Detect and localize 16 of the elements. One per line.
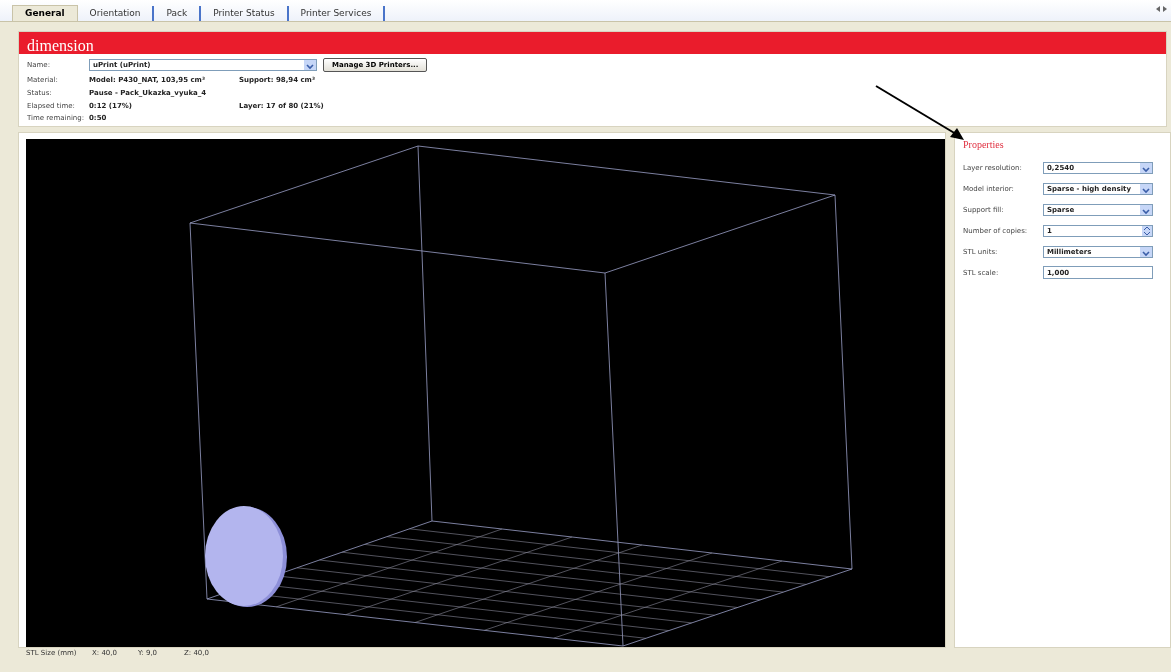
- brand-logo: dimension: [19, 32, 1166, 54]
- tab[interactable]: Printer Services: [288, 6, 386, 21]
- tab[interactable]: General: [12, 5, 78, 21]
- scroll-right-icon[interactable]: [1163, 6, 1167, 12]
- tab[interactable]: Orientation: [77, 6, 155, 21]
- caret-icon: [1140, 246, 1152, 257]
- caret-icon: [304, 59, 316, 70]
- caret-icon: [1140, 183, 1152, 194]
- tab[interactable]: Printer Status: [201, 6, 289, 21]
- scroll-left-icon[interactable]: [1156, 6, 1160, 12]
- tab[interactable]: Pack: [154, 6, 202, 21]
- properties-title: Properties: [963, 139, 1005, 150]
- caret-icon: [1140, 162, 1152, 173]
- spinner-arrows-icon: [1142, 225, 1152, 236]
- 3d-viewport[interactable]: [26, 139, 945, 647]
- caret-icon: [1140, 204, 1152, 215]
